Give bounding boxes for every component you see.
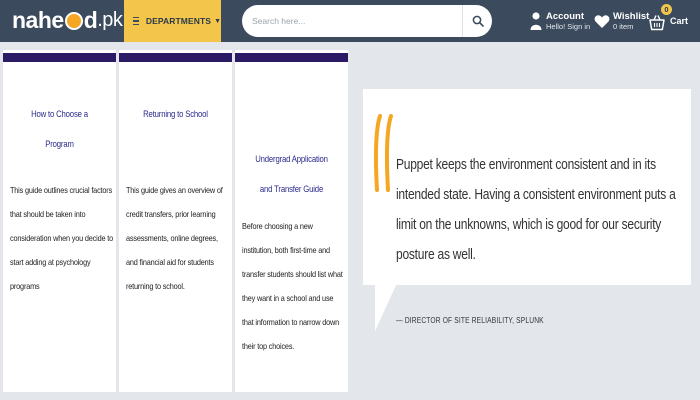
quote-mark-icon (374, 114, 393, 192)
hamburger-icon (133, 16, 139, 26)
departments-label: DEPARTMENTS (145, 16, 212, 26)
search-button[interactable] (462, 5, 492, 37)
search-icon (472, 15, 484, 27)
basket-icon (649, 15, 665, 31)
search-bar (242, 5, 492, 37)
quote-bubble-tail (375, 283, 397, 331)
testimonial-text: Puppet keeps the environment consistent … (396, 157, 676, 263)
guide-title[interactable]: Undergrad Application and Transfer Guide (248, 144, 335, 204)
account-title: Account (546, 10, 584, 22)
account-subtitle: Hello! Sign in (546, 21, 591, 31)
account-link[interactable]: Account Hello! Sign in (530, 0, 590, 42)
cart-link[interactable]: 0 Cart (648, 0, 688, 42)
guide-description: This guide outlines crucial factors that… (10, 185, 114, 291)
guide-card[interactable]: Returning to School This guide gives an … (119, 50, 232, 392)
site-logo[interactable]: nahe d .pk (12, 4, 123, 36)
guide-card[interactable]: How to Choose a Program This guide outli… (3, 50, 116, 392)
user-icon (530, 12, 542, 30)
chevron-down-icon: ▼ (214, 17, 221, 25)
logo-text: nahe (12, 6, 64, 33)
departments-button[interactable]: DEPARTMENTS ▼ (124, 0, 221, 42)
cart-label: Cart (670, 15, 689, 26)
logo-tld: .pk (97, 8, 123, 31)
card-accent-bar (3, 53, 116, 62)
wishlist-title: Wishlist (613, 10, 650, 22)
heart-icon (594, 14, 610, 28)
card-accent-bar (119, 53, 232, 62)
logo-text-end: d (83, 6, 98, 33)
guide-card[interactable]: Undergrad Application and Transfer Guide… (235, 50, 348, 392)
cart-count-badge: 0 (661, 4, 672, 15)
logo-badge-icon (64, 12, 83, 30)
search-input[interactable] (242, 5, 457, 37)
testimonial-attribution: — DIRECTOR OF SITE RELIABILITY, SPLUNK (396, 316, 544, 325)
wishlist-link[interactable]: Wishlist 0 item (594, 0, 649, 42)
card-accent-bar (235, 53, 348, 62)
guide-description: Before choosing a new institution, both … (242, 221, 343, 351)
guide-title[interactable]: Returning to School (132, 99, 219, 129)
guide-description: This guide gives an overview of credit t… (126, 185, 223, 291)
wishlist-count: 0 item (613, 21, 634, 31)
guide-title[interactable]: How to Choose a Program (16, 99, 103, 159)
top-header: nahed.pk DEPARTMENTS ▼ Account Hello! Si… (0, 0, 700, 42)
